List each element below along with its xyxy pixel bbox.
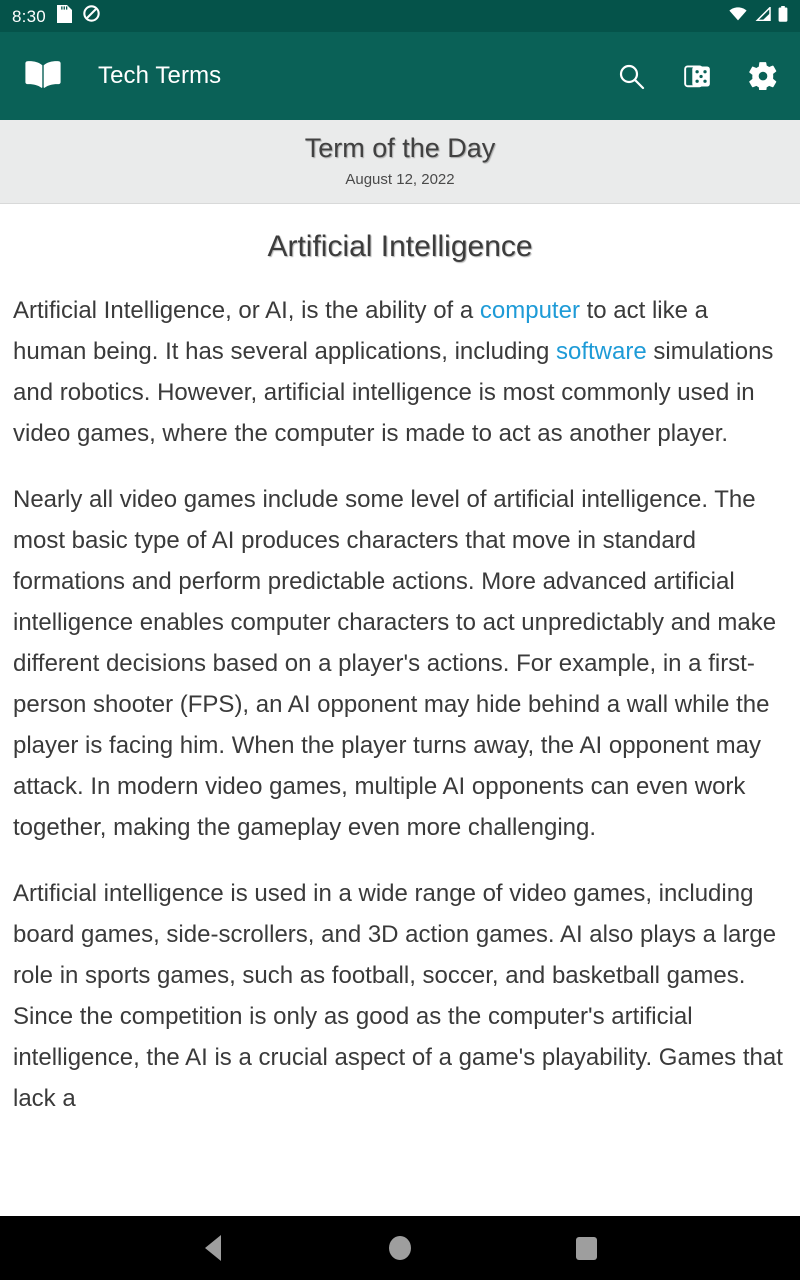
battery-icon — [778, 5, 788, 27]
term-of-the-day-header: Term of the Day August 12, 2022 — [0, 120, 800, 204]
sd-card-icon — [56, 4, 72, 28]
app-bar-actions — [616, 61, 778, 91]
article-paragraph: Artificial Intelligence, or AI, is the a… — [13, 290, 787, 454]
status-bar-left: 8:30 — [12, 4, 100, 28]
status-bar-right — [729, 5, 788, 27]
term-of-the-day-date: August 12, 2022 — [345, 171, 455, 189]
app-root: 8:30 Tech Terms Term of the Day August 1… — [0, 0, 800, 1280]
article-link[interactable]: software — [556, 338, 647, 365]
app-bar-title: Tech Terms — [98, 62, 222, 89]
article-text: Artificial intelligence is used in a wid… — [13, 880, 783, 1112]
recents-square-icon[interactable] — [560, 1221, 614, 1275]
cellular-signal-icon — [754, 5, 771, 26]
dice-icon[interactable] — [682, 61, 712, 91]
app-bar: Tech Terms — [0, 32, 800, 120]
article-scroll-area[interactable]: Artificial Intelligence Artificial Intel… — [0, 204, 800, 1216]
article-text: Nearly all video games include some leve… — [13, 486, 777, 841]
back-triangle-icon[interactable] — [186, 1221, 240, 1275]
article-title: Artificial Intelligence — [267, 230, 533, 263]
search-icon[interactable] — [616, 61, 646, 91]
article-text: Artificial Intelligence, or AI, is the a… — [13, 297, 480, 324]
gear-icon[interactable] — [748, 61, 778, 91]
status-bar-clock: 8:30 — [12, 6, 46, 26]
article-body: Artificial Intelligence, or AI, is the a… — [13, 290, 787, 1119]
term-of-the-day-title: Term of the Day — [304, 133, 496, 164]
article-paragraph: Artificial intelligence is used in a wid… — [13, 873, 787, 1119]
wifi-icon — [729, 6, 747, 26]
home-circle-icon[interactable] — [373, 1221, 427, 1275]
article-paragraph: Nearly all video games include some leve… — [13, 479, 787, 848]
article-link[interactable]: computer — [480, 297, 580, 324]
open-book-icon[interactable] — [24, 59, 62, 94]
status-bar: 8:30 — [0, 0, 800, 32]
do-not-disturb-icon — [83, 5, 100, 27]
android-navigation-bar — [0, 1216, 800, 1280]
